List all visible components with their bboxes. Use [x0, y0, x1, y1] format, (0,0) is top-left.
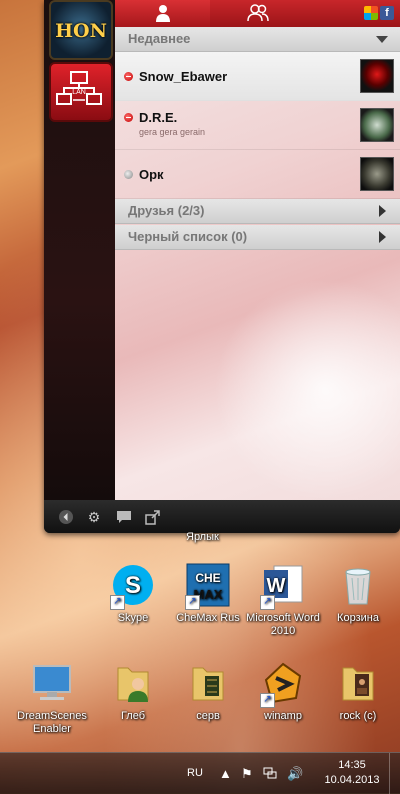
- contact-item[interactable]: Орк: [115, 150, 400, 199]
- contact-status-message: gera gera gerain: [139, 127, 206, 137]
- user-icon: [155, 5, 170, 22]
- section-blacklist-label: Черный список (0): [128, 229, 248, 244]
- avatar: [360, 108, 394, 142]
- tab-social: f: [305, 0, 400, 27]
- section-friends-label: Друзья (2/3): [128, 203, 205, 218]
- desktop-icon-dreamscenes[interactable]: DreamScenes Enabler: [14, 660, 90, 736]
- desktop-icon-label: серв: [196, 710, 220, 722]
- export-icon[interactable]: [145, 509, 161, 525]
- back-icon[interactable]: [58, 509, 74, 525]
- contact-name: Snow_Ebawer: [139, 69, 228, 84]
- monitor-icon: [29, 660, 75, 706]
- show-desktop-button[interactable]: [389, 753, 400, 794]
- svg-text:S: S: [125, 572, 141, 599]
- folder-icon: [185, 660, 231, 706]
- windows-live-icon[interactable]: [364, 6, 378, 20]
- contact-name: D.R.E.: [139, 110, 178, 125]
- folder-icon: [335, 660, 381, 706]
- chevron-down-icon: [376, 36, 388, 43]
- shortcut-arrow-icon: ↗: [260, 693, 275, 708]
- bottom-toolbar: ⚙: [44, 500, 400, 533]
- avatar: [360, 157, 394, 191]
- desktop-icon-label: winamp: [264, 710, 302, 722]
- tab-bar: f: [115, 0, 400, 27]
- facebook-icon[interactable]: f: [380, 6, 394, 20]
- language-indicator[interactable]: RU: [187, 767, 203, 779]
- gear-icon[interactable]: ⚙: [86, 509, 102, 525]
- svg-text:CHE: CHE: [195, 571, 220, 585]
- desktop-icon-chemax[interactable]: CHE MAX ↗ CheMax Rus: [170, 562, 246, 625]
- shortcut-arrow-icon: ↗: [185, 595, 200, 610]
- action-center-flag-icon[interactable]: ⚑: [241, 766, 253, 782]
- user-folder-icon: [110, 660, 156, 706]
- network-icon[interactable]: [263, 766, 277, 783]
- contact-item[interactable]: Snow_Ebawer: [115, 52, 400, 101]
- section-recent-label: Недавнее: [128, 31, 191, 46]
- desktop-icon-label: Skype: [117, 612, 149, 624]
- svg-text:W: W: [267, 575, 286, 597]
- winamp-icon: ↗: [260, 660, 306, 708]
- desktop-icon-word[interactable]: W ↗ Microsoft Word 2010: [245, 562, 321, 638]
- lan-label: LAN: [72, 89, 86, 96]
- desktop-icon-recycle-bin[interactable]: Корзина: [320, 562, 396, 625]
- desktop-icon-gleb[interactable]: Глеб: [95, 660, 171, 723]
- chat-bubble-icon[interactable]: [116, 509, 132, 525]
- desktop-icon-serv[interactable]: серв: [170, 660, 246, 723]
- tab-contacts[interactable]: [115, 0, 210, 27]
- section-blacklist[interactable]: Черный список (0): [115, 225, 400, 250]
- desktop-icon-label: CheMax Rus: [176, 612, 240, 624]
- avatar: [360, 59, 394, 93]
- taskbar: RU ▲ ⚑ 🔊 14:35 10.04.2013: [0, 752, 400, 794]
- users-icon: [246, 4, 269, 22]
- chevron-right-icon: [379, 205, 386, 217]
- clock-time: 14:35: [338, 759, 366, 771]
- hon-app-button[interactable]: HON: [49, 0, 113, 60]
- contact-name: Орк: [139, 167, 164, 182]
- clock-date: 10.04.2013: [324, 774, 380, 786]
- desktop-icon-rock[interactable]: rock (c): [320, 660, 396, 723]
- tab-groups[interactable]: [210, 0, 305, 27]
- lan-app-button[interactable]: LAN: [49, 62, 113, 122]
- recycle-bin-icon: [335, 562, 381, 608]
- desktop-icon-label: Microsoft Word 2010: [246, 612, 320, 637]
- app-sidebar: HON LAN: [44, 0, 115, 500]
- hon-logo-text: HON: [55, 20, 107, 42]
- desktop-icon-label: rock (c): [339, 710, 377, 722]
- offline-status-icon: [124, 170, 133, 179]
- volume-icon[interactable]: 🔊: [287, 766, 303, 782]
- busy-status-icon: [124, 113, 133, 122]
- system-clock[interactable]: 14:35 10.04.2013: [322, 758, 382, 788]
- lan-network-icon: LAN: [56, 71, 102, 105]
- section-recent[interactable]: Недавнее: [115, 27, 400, 52]
- desktop-icon-label: Глеб: [120, 710, 146, 722]
- contact-item[interactable]: D.R.E. gera gera gerain: [115, 101, 400, 150]
- chemax-icon: CHE MAX ↗: [185, 562, 231, 610]
- desktop-icon-skype[interactable]: S ↗ Skype: [95, 562, 171, 625]
- contacts-panel: f Недавнее Snow_Ebawer D.R.E. gera gera …: [115, 0, 400, 500]
- messenger-window: HON LAN f Недавнее Snow_Ebawer D.R.E. ge…: [44, 0, 400, 533]
- shortcut-arrow-icon: ↗: [110, 595, 125, 610]
- desktop-icon-label: Корзина: [337, 612, 379, 624]
- chevron-right-icon: [379, 231, 386, 243]
- show-hidden-icons-arrow-icon[interactable]: ▲: [219, 766, 232, 781]
- busy-status-icon: [124, 72, 133, 81]
- desktop-label-partial: Ярлык: [186, 531, 219, 543]
- desktop-icon-label: DreamScenes Enabler: [17, 710, 87, 735]
- section-friends[interactable]: Друзья (2/3): [115, 199, 400, 224]
- desktop-icon-winamp[interactable]: ↗ winamp: [245, 660, 321, 723]
- skype-icon: S ↗: [110, 562, 156, 610]
- shortcut-arrow-icon: ↗: [260, 595, 275, 610]
- word-icon: W ↗: [260, 562, 306, 610]
